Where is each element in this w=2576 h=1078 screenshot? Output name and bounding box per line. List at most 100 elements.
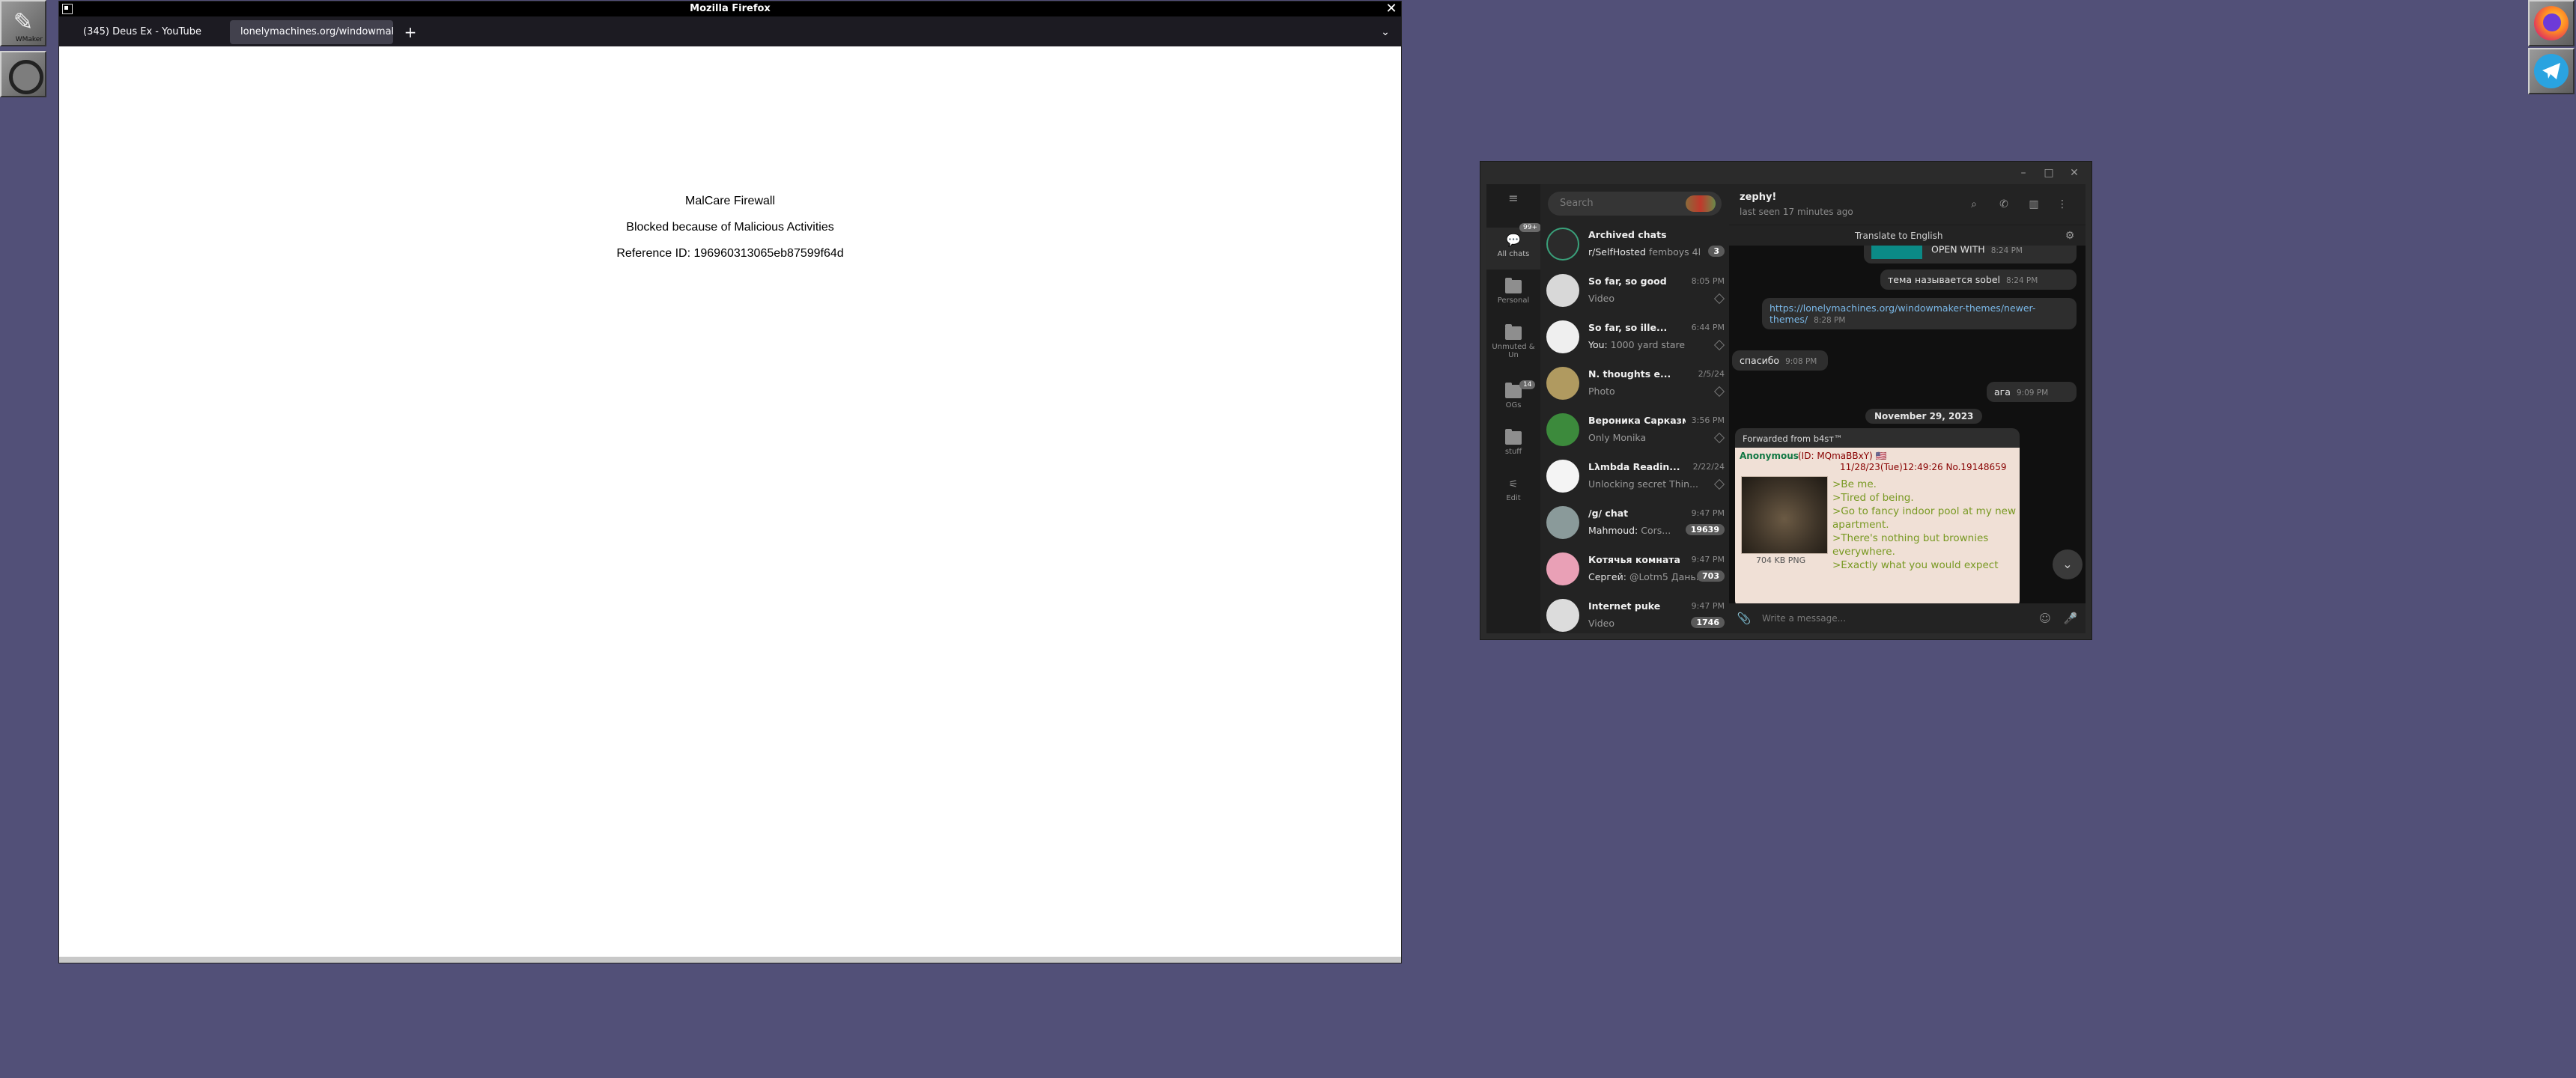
window-titlebar[interactable]: Mozilla Firefox ✕ <box>59 1 1401 16</box>
chat-preview: Unlocking secret Thin... <box>1588 478 1698 490</box>
chat-preview: Only Monika <box>1588 432 1647 443</box>
page-title: MalCare Firewall <box>684 195 776 207</box>
unread-badge: 1746 <box>1691 617 1725 628</box>
folder-all-chats[interactable]: 💬 99+ All chats <box>1486 223 1541 270</box>
folder-label: Personal <box>1497 296 1530 305</box>
avatar <box>1546 320 1579 353</box>
message-time: 8:24 PM <box>1990 246 2023 255</box>
chat-name: Lλmbda Readin... <box>1588 461 1680 472</box>
message-time: 9:08 PM <box>1785 357 1817 366</box>
message-bubble[interactable]: OPEN WITH 8:24 PM <box>1864 246 2077 264</box>
maximize-icon[interactable]: □ <box>2038 165 2060 181</box>
chat-time: 3:56 PM <box>1691 415 1725 425</box>
avatar <box>1546 506 1579 539</box>
chat-header[interactable]: zephy! last seen 17 minutes ago ⌕ ✆ ▥ ⋮ <box>1729 184 2086 225</box>
greentext-line: >Tired of being. <box>1832 492 1914 504</box>
telegram-window: – □ ✕ ≡ 💬 99+ All chats Personal Unmuted… <box>1480 162 2092 639</box>
sliders-icon: ⚟ <box>1508 478 1519 490</box>
windowmaker-logo-icon: ✎ <box>13 7 34 36</box>
unread-badge: 703 <box>1697 570 1725 582</box>
chat-item[interactable]: So far, so good 8:05 PM Video <box>1540 268 1729 314</box>
date-separator: November 29, 2023 <box>1865 409 1983 424</box>
chat-item[interactable]: Котячья комната 9:47 PM Сергей: @Lotm5 Д… <box>1540 546 1729 593</box>
post-author: Anonymous <box>1740 451 1799 461</box>
greentext-line: >There's nothing but brownies everywhere… <box>1832 532 1989 558</box>
peer-status: last seen 17 minutes ago <box>1740 207 1853 217</box>
chat-list: Search Archived chats r/SelfHosted fembo… <box>1540 184 1729 633</box>
forwarded-message[interactable]: Forwarded from b4sт™ Anonymous (ID: MQma… <box>1735 428 2020 603</box>
windowmaker-dock-icon[interactable]: ✎ WMaker <box>0 0 46 46</box>
search-placeholder: Search <box>1560 198 1594 209</box>
dock-label: WMaker <box>15 36 43 43</box>
avatar <box>1546 274 1579 307</box>
folder-personal[interactable]: Personal <box>1486 278 1540 305</box>
horizontal-scrollbar[interactable] <box>59 957 1401 963</box>
chat-item[interactable]: Вероника Сарказм 3:56 PM Only Monika <box>1540 407 1729 454</box>
emoji-icon[interactable]: ☺ <box>2038 611 2053 626</box>
chevron-down-icon[interactable]: ⌄ <box>1374 20 1397 44</box>
tab-youtube[interactable]: (345) Deus Ex - YouTube <box>73 20 228 44</box>
chat-item[interactable]: N. thoughts e... 2/5/24 Photo <box>1540 361 1729 407</box>
chat-time: 9:47 PM <box>1691 508 1725 518</box>
unread-badge: 3 <box>1708 246 1725 257</box>
translate-bar[interactable]: Translate to English ⚙ <box>1729 225 2086 246</box>
chat-item[interactable]: So far, so ille... 6:44 PM You: 1000 yar… <box>1540 314 1729 361</box>
new-tab-button[interactable]: + <box>399 20 422 44</box>
chat-name: /g/ chat <box>1588 508 1629 519</box>
chat-item[interactable]: Internet puke 9:47 PM Video 1746 <box>1540 593 1729 633</box>
forwarded-from: Forwarded from b4sт™ <box>1743 433 1843 444</box>
folder-label: OGs <box>1505 401 1522 409</box>
folder-ogs[interactable]: 14 OGs <box>1486 380 1540 409</box>
edit-folders[interactable]: ⚟ Edit <box>1486 478 1540 502</box>
search-icon[interactable]: ⌕ <box>1967 198 1981 211</box>
folder-unmuted[interactable]: Unmuted & Un <box>1486 324 1540 359</box>
chat-preview: Video <box>1588 293 1615 304</box>
unread-badge: 19639 <box>1685 524 1725 535</box>
folder-icon <box>1505 324 1522 340</box>
message-input[interactable]: Write a message... <box>1762 603 1846 633</box>
folder-icon <box>1505 278 1522 293</box>
chat-name: Archived chats <box>1588 229 1667 240</box>
settings-icon[interactable]: ⚙ <box>2063 229 2077 243</box>
post-id: (ID: MQmaBBxY) 🇺🇸 <box>1798 451 1887 461</box>
sidebar-toggle-icon[interactable]: ▥ <box>2027 198 2041 211</box>
chat-item[interactable]: Lλmbda Readin... 2/22/24 Unlocking secre… <box>1540 454 1729 500</box>
pin-icon <box>1713 478 1725 490</box>
message-bubble[interactable]: спасибо 9:08 PM <box>1732 350 1828 371</box>
chat-time: 8:05 PM <box>1691 276 1725 286</box>
more-icon[interactable]: ⋮ <box>2056 198 2069 211</box>
stories-avatars[interactable] <box>1686 195 1716 212</box>
clip-icon[interactable] <box>0 51 46 97</box>
pin-icon <box>1713 386 1725 398</box>
microphone-icon[interactable]: 🎤 <box>2063 611 2078 626</box>
close-icon[interactable]: ✕ <box>1385 1 1398 16</box>
avatar <box>1546 413 1579 446</box>
chat-name: Котячья комната <box>1588 554 1680 565</box>
window-titlebar[interactable]: – □ ✕ <box>1480 162 2092 184</box>
scroll-down-button[interactable]: ⌄ <box>2053 549 2083 579</box>
search-input[interactable]: Search <box>1548 192 1722 216</box>
phone-icon[interactable]: ✆ <box>1997 198 2011 211</box>
folder-stuff[interactable]: stuff <box>1486 429 1540 456</box>
tab-lonelymachines[interactable]: lonelymachines.org/windowmake <box>230 20 393 44</box>
chat-time: 2/22/24 <box>1692 462 1725 472</box>
message-bubble[interactable]: ага 9:09 PM <box>1987 382 2077 402</box>
greentext-line: >Exactly what you would expect <box>1832 559 1999 571</box>
attach-icon[interactable]: 📎 <box>1737 611 1752 626</box>
telegram-icon[interactable] <box>2528 48 2575 94</box>
menu-icon[interactable]: ≡ <box>1486 192 1540 208</box>
message-time: 8:28 PM <box>1814 316 1846 325</box>
message-bubble[interactable]: тема называется sobel 8:24 PM <box>1880 270 2077 290</box>
minimize-icon[interactable]: – <box>2012 165 2035 181</box>
folder-label: All chats <box>1497 250 1530 258</box>
forwarded-post-image: Anonymous (ID: MQmaBBxY) 🇺🇸 11/28/23(Tue… <box>1735 448 2020 603</box>
message-link[interactable]: https://lonelymachines.org/windowmaker-t… <box>1762 298 2077 329</box>
message-time: 8:24 PM <box>2006 276 2038 285</box>
firefox-icon[interactable] <box>2528 0 2575 46</box>
chats-icon: 💬 <box>1506 233 1521 247</box>
chat-archived[interactable]: Archived chats r/SelfHosted femboys 4l..… <box>1540 222 1729 268</box>
chat-item[interactable]: /g/ chat 9:47 PM Mahmoud: Cors... 19639 <box>1540 500 1729 546</box>
close-icon[interactable]: ✕ <box>2063 165 2086 181</box>
unread-badge: 14 <box>1519 380 1536 389</box>
image-size: 704 KB PNG <box>1756 555 1806 565</box>
